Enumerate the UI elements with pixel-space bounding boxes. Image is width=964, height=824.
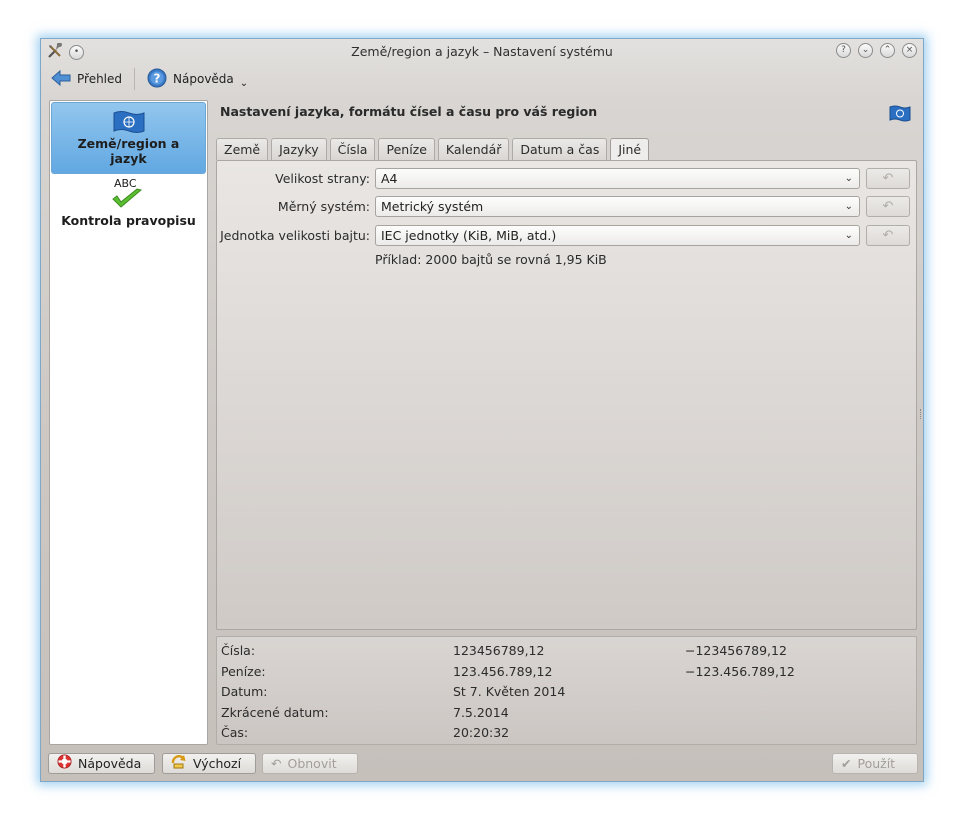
byte-unit-row: Jednotka velikosti bajtu: IEC jednotky (… [217, 225, 916, 247]
toolbar: Přehled ? Nápověda ⌄ [47, 67, 252, 91]
close-icon[interactable]: × [902, 43, 917, 58]
page-size-row: Velikost strany: A4 ⌄ ↶ [217, 168, 916, 190]
byte-unit-reset-button[interactable]: ↶ [866, 225, 910, 246]
undo-icon: ↶ [882, 171, 894, 186]
help-label: Nápověda [173, 72, 234, 86]
tab-panel-other: Velikost strany: A4 ⌄ ↶ Měrný systém: Me… [216, 160, 917, 630]
sidebar-item-spellcheck[interactable]: ABC Kontrola pravopisu [50, 177, 207, 228]
tab-numbers[interactable]: Čísla [329, 138, 376, 160]
check-icon: ✔ [841, 756, 852, 771]
tab-calendar[interactable]: Kalendář [437, 138, 510, 160]
un-flag-icon [889, 105, 911, 125]
byte-unit-select[interactable]: IEC jednotky (KiB, MiB, atd.) ⌄ [375, 225, 860, 246]
measure-system-row: Měrný systém: Metrický systém ⌄ ↶ [217, 196, 916, 218]
window-title: Země/region a jazyk – Nastavení systému [351, 44, 613, 59]
overview-button[interactable]: Přehled [47, 69, 126, 90]
reset-defaults-icon [171, 754, 187, 774]
page-size-label: Velikost strany: [275, 171, 370, 186]
measure-system-reset-button[interactable]: ↶ [866, 196, 910, 217]
apply-button[interactable]: ✔ Použít [832, 753, 918, 774]
overview-label: Přehled [77, 72, 123, 86]
chevron-down-icon: ⌄ [844, 230, 853, 241]
back-arrow-icon [51, 69, 71, 90]
tab-country[interactable]: Země [216, 138, 269, 160]
preview-row: Zkrácené datum: 7.5.2014 [221, 705, 509, 720]
help-circle-icon: ? [147, 68, 167, 91]
title-bar[interactable]: • Země/region a jazyk – Nastavení systém… [41, 39, 923, 63]
preview-row: Peníze: 123.456.789,12 −123.456.789,12 [221, 664, 795, 679]
tab-bar: Země Jazyky Čísla Peníze Kalendář Datum … [216, 138, 652, 161]
byte-unit-example: Příklad: 2000 bajtů se rovná 1,95 KiB [375, 252, 607, 267]
measure-system-label: Měrný systém: [277, 199, 370, 214]
preview-row: Čísla: 123456789,12 −123456789,12 [221, 643, 787, 658]
sidebar-item-label: Kontrola pravopisu [61, 213, 196, 228]
sidebar-item-region-language[interactable]: Země/region a jazyk [51, 102, 206, 174]
undo-icon: ↶ [882, 228, 894, 243]
chevron-down-icon: ⌄ [844, 201, 853, 212]
chevron-down-icon: ⌄ [239, 77, 249, 89]
help-menu-button[interactable]: ? Nápověda ⌄ [143, 68, 252, 91]
undo-icon: ↶ [882, 199, 894, 214]
undo-icon: ↶ [271, 756, 282, 771]
maximize-icon[interactable]: ⌃ [880, 43, 895, 58]
minimize-icon[interactable]: ⌄ [858, 43, 873, 58]
svg-text:?: ? [154, 71, 161, 85]
measure-system-select[interactable]: Metrický systém ⌄ [375, 196, 860, 217]
help-button[interactable]: Nápověda [48, 753, 155, 774]
tab-languages[interactable]: Jazyky [271, 138, 327, 160]
chevron-down-icon: ⌄ [844, 173, 853, 184]
preview-row: Čas: 20:20:32 [221, 725, 510, 740]
tab-other[interactable]: Jiné [610, 138, 650, 161]
toolbar-separator [134, 68, 136, 90]
abc-check-icon: ABC [50, 177, 207, 213]
sidebar: Země/region a jazyk ABC Kontrola pravopi… [49, 100, 208, 745]
page-size-select[interactable]: A4 ⌄ [375, 168, 860, 189]
tab-date-time[interactable]: Datum a čas [512, 138, 608, 160]
preview-row: Datum: St 7. Květen 2014 [221, 684, 566, 699]
settings-window: • Země/region a jazyk – Nastavení systém… [40, 38, 924, 782]
format-preview: Čísla: 123456789,12 −123456789,12 Peníze… [216, 636, 917, 745]
reset-button[interactable]: ↶ Obnovit [262, 753, 358, 774]
help-icon[interactable]: ? [836, 43, 851, 58]
button-bar: Nápověda Výchozí ↶ Obnovit ✔ Použít [48, 753, 918, 775]
resize-grip[interactable] [920, 409, 922, 419]
byte-unit-label: Jednotka velikosti bajtu: [220, 228, 370, 243]
defaults-button[interactable]: Výchozí [162, 753, 256, 774]
sidebar-item-label: Země/region a jazyk [77, 136, 180, 166]
lifebuoy-icon [57, 753, 72, 774]
page-size-reset-button[interactable]: ↶ [866, 168, 910, 189]
tab-money[interactable]: Peníze [378, 138, 435, 160]
page-title: Nastavení jazyka, formátu čísel a času p… [220, 104, 598, 119]
un-flag-icon [52, 103, 205, 136]
